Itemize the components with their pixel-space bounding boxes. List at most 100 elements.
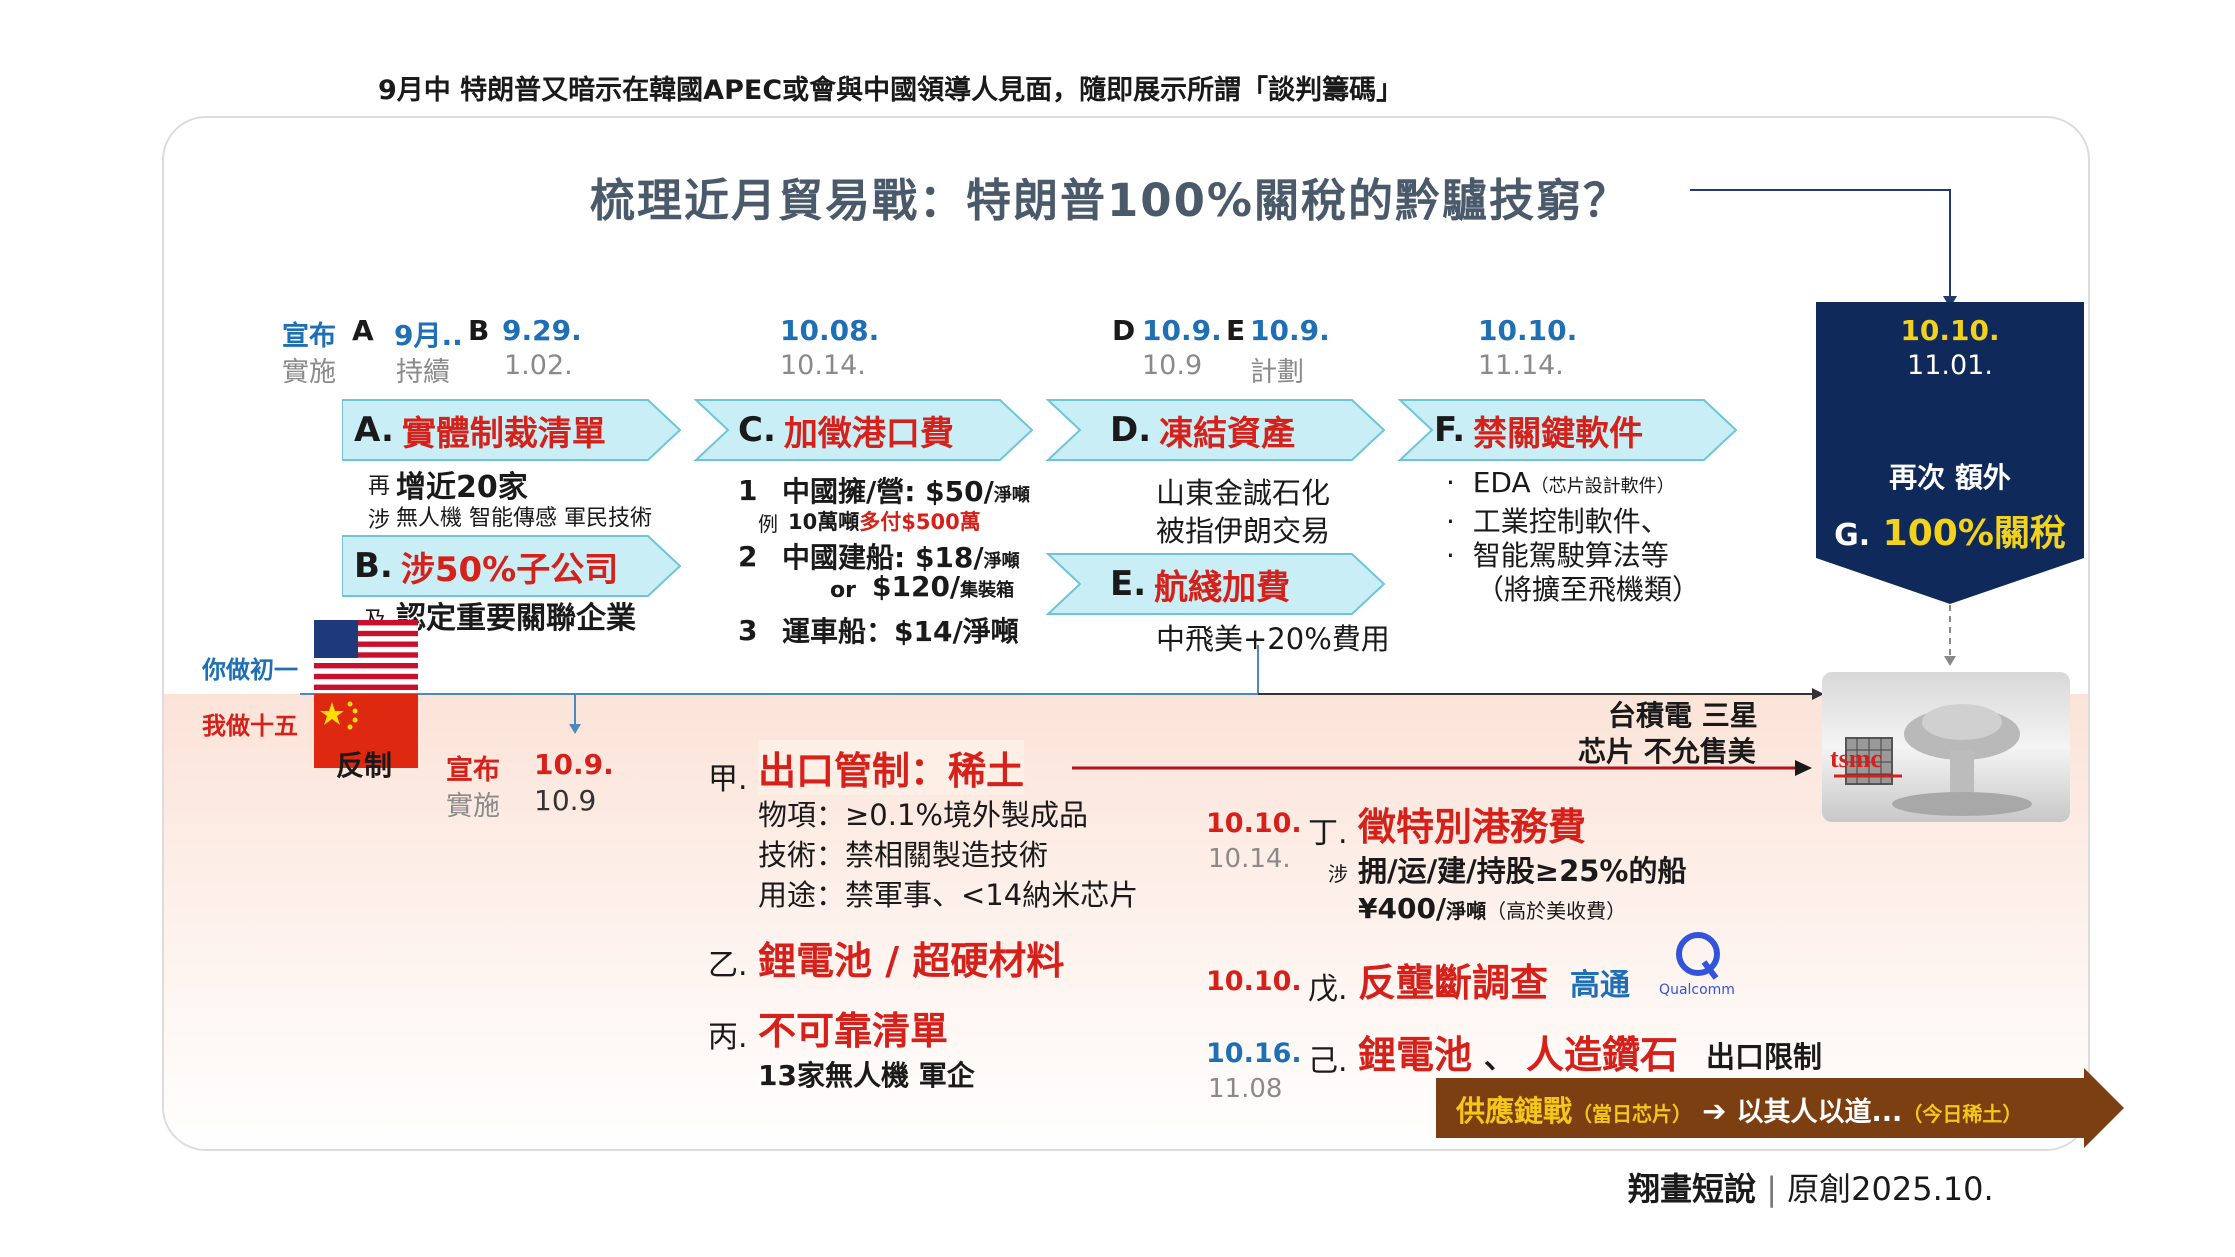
action-f-banner: F. 禁關鍵軟件: [1398, 398, 1738, 462]
us-side-label: 你做初一: [202, 656, 298, 684]
mushroom-cloud-icon: tsmc: [1822, 672, 2070, 822]
action-e-line: 中飛美+20%費用: [1156, 622, 1390, 656]
date-announce-b: 9.29.: [502, 314, 582, 347]
date-announce-d: 10.9.: [1142, 314, 1222, 347]
action-f-letter: F.: [1434, 410, 1466, 450]
c-item2-or: or: [830, 578, 856, 603]
g-announce-date: 10.10.: [1900, 314, 2000, 347]
action-d-banner: D. 凍結資產: [1046, 398, 1386, 462]
action-e-title: 航綫加費: [1154, 567, 1291, 608]
ding-date: 10.10.: [1206, 808, 1302, 839]
cn-announce-date: 10.9.: [534, 748, 614, 781]
date-letter-e: E: [1226, 314, 1246, 347]
wu-date: 10.10.: [1206, 966, 1302, 997]
c-item1-num: 1: [738, 474, 758, 507]
cn-side-label: 我做十五: [202, 712, 298, 740]
tsmc-note-2: 芯片 不允售美: [1578, 735, 1756, 768]
tsmc-logo-text: tsmc: [1830, 744, 1882, 773]
action-e-letter: E.: [1110, 564, 1147, 604]
action-a-letter: A.: [354, 410, 394, 450]
us-flag-icon: [314, 620, 418, 690]
jia-prefix: 甲.: [708, 762, 748, 797]
ding-prefix: 丁.: [1308, 816, 1348, 851]
yi-prefix: 乙.: [708, 948, 748, 983]
ji-date2: 11.08: [1208, 1074, 1283, 1104]
jia-title: 出口管制：稀土: [758, 740, 1025, 795]
date-implement-c: 10.14.: [780, 350, 866, 381]
us-implement-label: 實施: [282, 357, 336, 388]
date-implement-d: 10.9: [1142, 350, 1203, 381]
wu-target: 高通: [1570, 968, 1630, 1003]
f-item-4: （將擴至飛機類）: [1476, 573, 1701, 606]
ji-date: 10.16.: [1206, 1038, 1302, 1069]
ding-title: 徵特別港務費: [1358, 805, 1587, 849]
action-b-banner: B. 涉50%子公司: [342, 534, 682, 598]
footer-credit: 翔畫短說 | 原創2025.10.: [1628, 1170, 1994, 1208]
action-c-letter: C.: [738, 410, 776, 450]
jia-line-1: 物項：≥0.1%境外製成品: [758, 798, 1088, 832]
date-implement-a: 持續: [396, 357, 450, 388]
c-example-text: 10萬噸多付$500萬: [788, 510, 981, 534]
c-item1-text: 中國擁/營: $50/淨噸: [782, 475, 1030, 508]
action-a-banner: A. 實體制裁清單: [342, 398, 682, 462]
date-announce-f: 10.10.: [1478, 314, 1578, 347]
c-item2-num: 2: [738, 540, 758, 573]
bing-prefix: 丙.: [708, 1020, 748, 1055]
date-implement-f: 11.14.: [1478, 350, 1564, 381]
date-letter-b: B: [468, 314, 490, 347]
g-title-row: G. 100%關稅: [1834, 513, 2066, 554]
date-announce-e: 10.9.: [1250, 314, 1330, 347]
action-b-title: 涉50%子公司: [400, 549, 619, 590]
f-item-1: · EDA（芯片設計軟件）: [1446, 466, 1675, 499]
action-a-prefix1: 再: [368, 474, 391, 499]
action-a-line2: 無人機 智能傳感 軍民技術: [396, 506, 652, 531]
cn-implement-date: 10.9: [534, 784, 597, 817]
ji-prefix: 己.: [1308, 1044, 1348, 1079]
bing-line: 13家無人機 軍企: [758, 1059, 975, 1092]
qualcomm-logo-text: Qualcomm: [1659, 982, 1735, 998]
action-a-title: 實體制裁清單: [401, 413, 606, 454]
c-example-prefix: 例: [758, 512, 778, 536]
cn-announce-label: 宣布: [446, 755, 500, 786]
action-b-line: 認定重要關聯企業: [396, 601, 636, 636]
date-implement-e: 計劃: [1250, 357, 1304, 388]
date-announce-a: 9月..: [394, 319, 463, 352]
qualcomm-logo-icon: Qualcomm: [1652, 930, 1742, 1004]
g-implement-date: 11.01.: [1907, 350, 1993, 381]
supply-chain-text: 供應鏈戰（當日芯片） ➔ 以其人以道...（今日稀土）: [1456, 1094, 2023, 1128]
date-letter-d: D: [1112, 314, 1136, 347]
action-d-title: 凍結資產: [1159, 413, 1296, 454]
yi-title: 鋰電池 / 超硬材料: [758, 939, 1065, 983]
action-c-banner: C. 加徵港口費: [694, 398, 1034, 462]
supply-chain-banner: 供應鏈戰（當日芯片） ➔ 以其人以道...（今日稀土）: [1436, 1068, 2126, 1148]
jia-line-3: 用途：禁軍事、<14納米芯片: [758, 878, 1139, 912]
g-tariff-box: 10.10. 11.01. 再次 額外 G. 100%關稅: [1816, 302, 2084, 606]
action-c-title: 加徵港口費: [783, 413, 954, 454]
ding-sub: 拥/运/建/持股≥25%的船: [1358, 854, 1687, 888]
action-e-banner: E. 航綫加費: [1046, 552, 1386, 616]
wu-prefix: 戊.: [1308, 972, 1348, 1007]
tsmc-logo-icon: tsmc: [1830, 730, 1904, 790]
ding-fee: ¥400/淨噸（高於美收費）: [1358, 892, 1627, 925]
tsmc-note-1: 台積電 三星: [1608, 699, 1758, 732]
action-f-title: 禁關鍵軟件: [1473, 413, 1644, 454]
us-announce-label: 宣布: [282, 321, 336, 352]
c-item2b-text: $120/集裝箱: [872, 570, 1015, 603]
jia-line-2: 技術：禁相關製造技術: [758, 838, 1049, 872]
date-letter-a: A: [352, 314, 374, 347]
date-implement-b: 1.02.: [504, 350, 573, 381]
ding-date2: 10.14.: [1208, 844, 1291, 874]
g-line1: 再次 額外: [1889, 461, 2011, 494]
ding-sub-prefix: 涉: [1328, 862, 1348, 886]
counter-label: 反制: [336, 749, 393, 782]
cn-implement-label: 實施: [446, 791, 500, 822]
action-d-letter: D.: [1110, 410, 1152, 450]
action-d-line2: 被指伊朗交易: [1156, 514, 1331, 548]
c-item3-num: 3: [738, 614, 758, 647]
bing-title: 不可靠清單: [758, 1009, 949, 1053]
date-announce-c: 10.08.: [780, 314, 880, 347]
action-d-line1: 山東金誠石化: [1156, 476, 1331, 510]
c-item3-text: 運車船：$14/淨噸: [782, 615, 1019, 648]
action-b-letter: B.: [354, 546, 393, 586]
wu-title: 反壟斷調查: [1358, 961, 1549, 1005]
